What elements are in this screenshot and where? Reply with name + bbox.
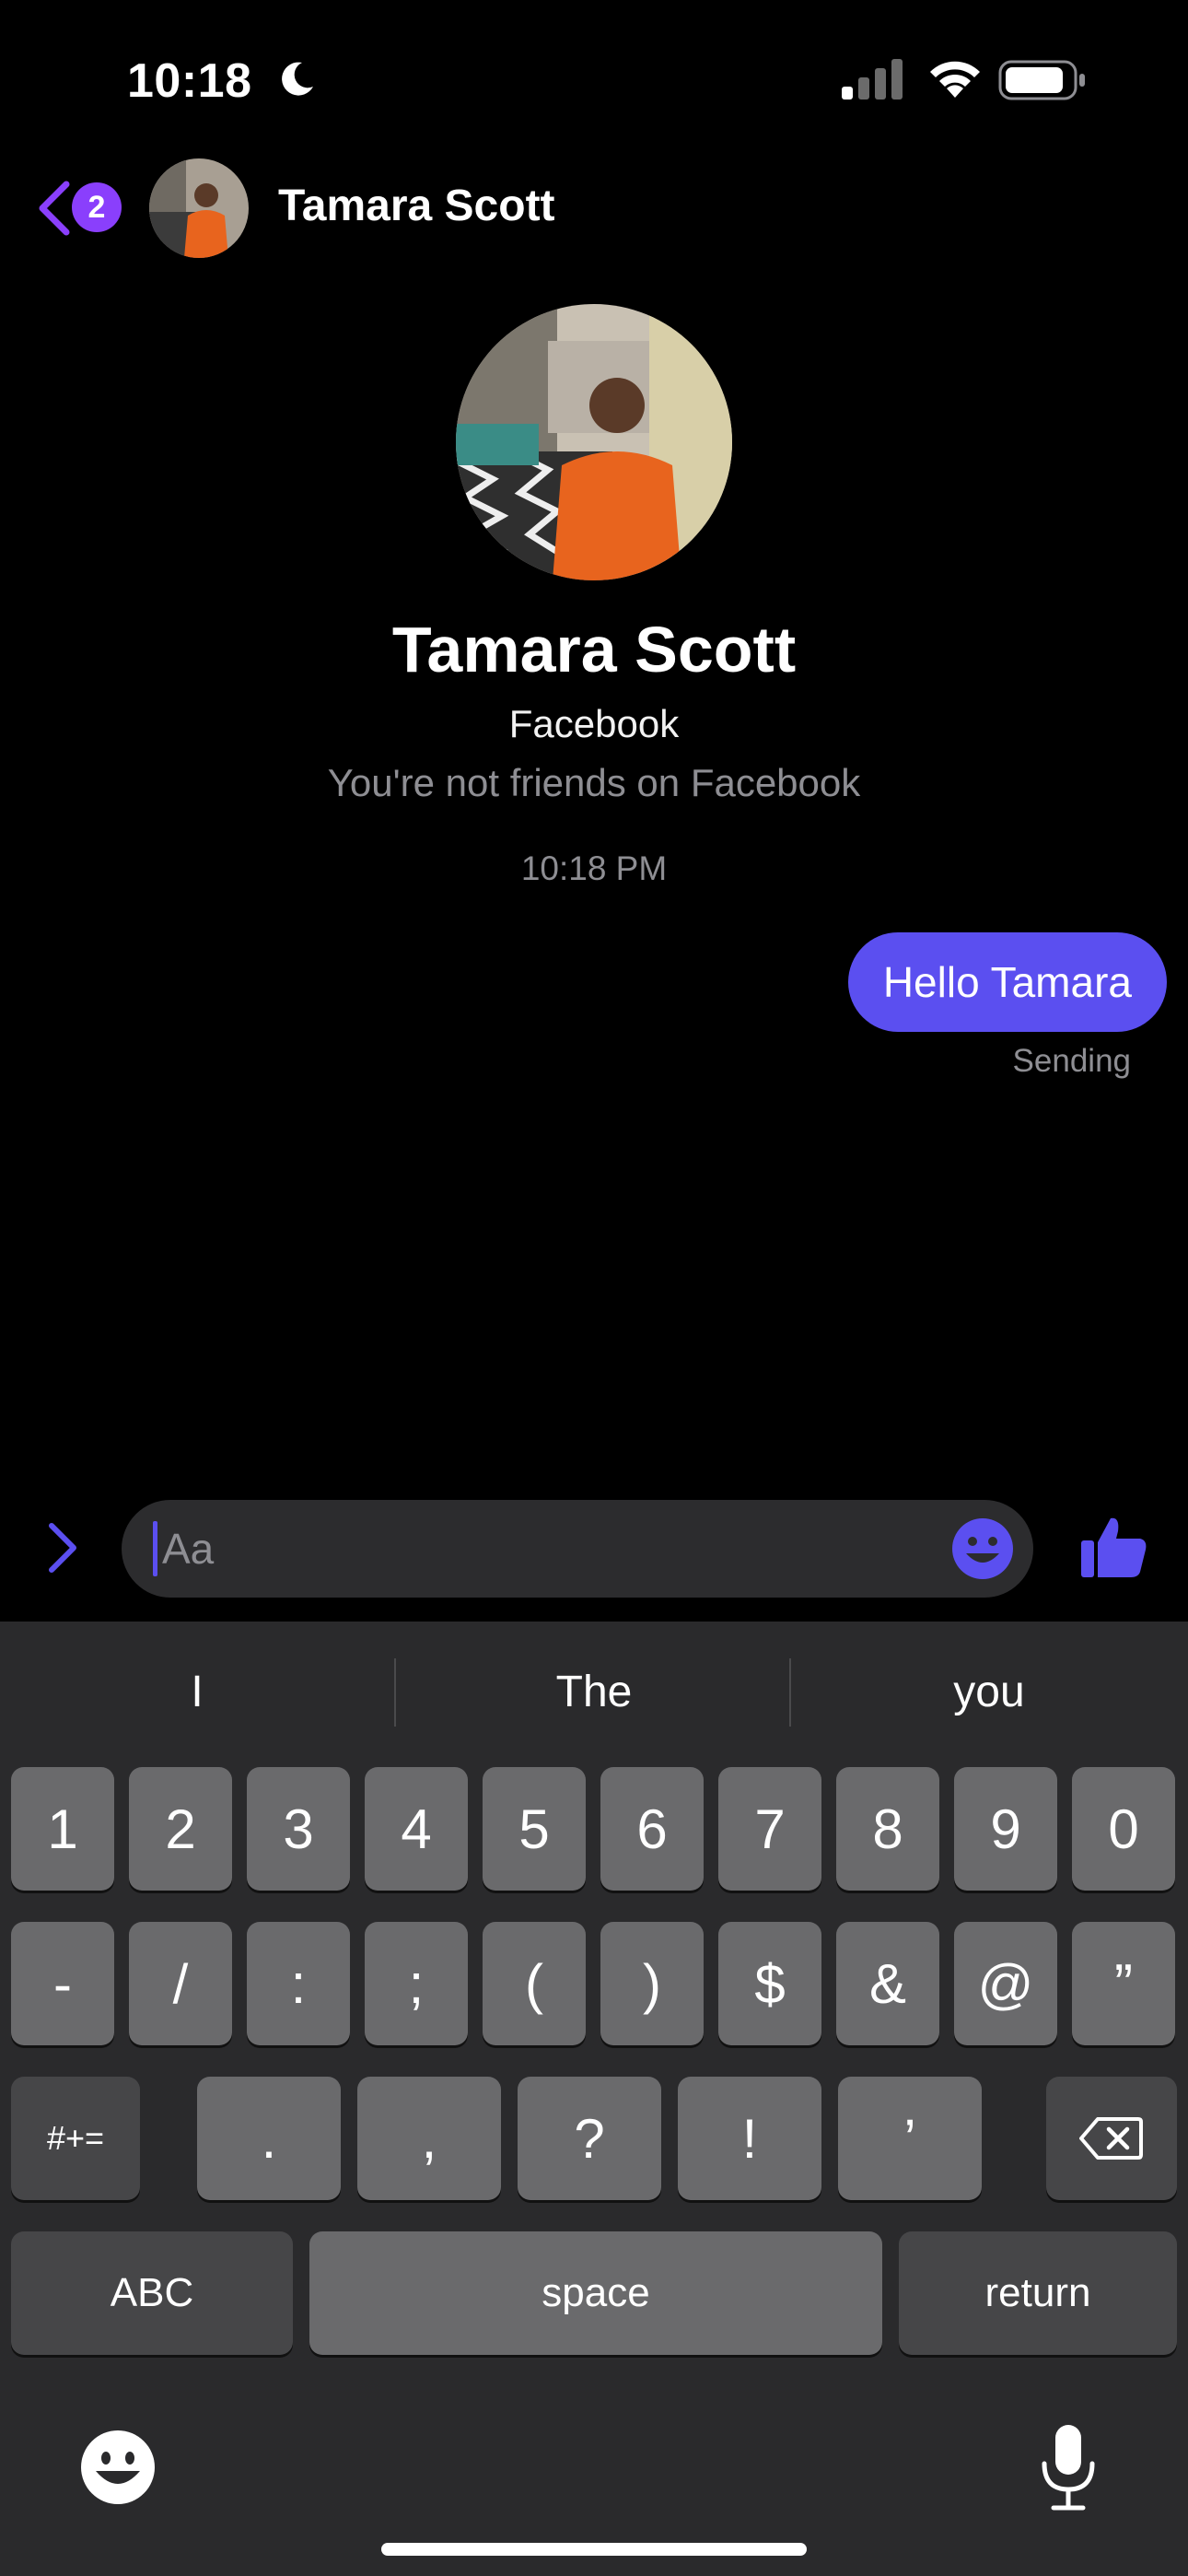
key-apostrophe[interactable]: ’ [838,2077,982,2200]
back-chevron-icon[interactable] [33,179,74,238]
text-caret [153,1521,157,1576]
profile-network: Facebook [508,702,680,745]
moon-icon [282,62,313,96]
wifi-icon [930,61,980,98]
key-1[interactable]: 1 [11,1767,114,1891]
contact-name[interactable]: Tamara Scott [278,181,555,231]
key-symbols[interactable]: #+= [11,2077,140,2200]
message-text: Hello Tamara [882,958,1132,1006]
key-7[interactable]: 7 [718,1767,821,1891]
mic-icon[interactable] [1039,2423,1098,2512]
key-abc[interactable]: ABC [11,2231,293,2355]
keyboard-emoji-icon[interactable] [79,2429,157,2506]
suggestion-divider [394,1658,396,1727]
key-close-paren[interactable]: ) [600,1922,704,2045]
message-status: Sending [1012,1043,1131,1079]
key-space[interactable]: space [309,2231,882,2355]
key-hyphen[interactable]: - [11,1922,114,2045]
message-timestamp: 10:18 PM [520,849,668,887]
sent-message-bubble[interactable]: Hello Tamara [847,932,1167,1032]
key-question[interactable]: ? [518,2077,661,2200]
key-4[interactable]: 4 [365,1767,468,1891]
key-comma[interactable]: , [357,2077,501,2200]
signal-icon [842,59,903,100]
key-dollar[interactable]: $ [718,1922,821,2045]
key-9[interactable]: 9 [954,1767,1057,1891]
key-3[interactable]: 3 [247,1767,350,1891]
key-semicolon[interactable]: ; [365,1922,468,2045]
key-period[interactable]: . [197,2077,341,2200]
key-exclamation[interactable]: ! [678,2077,821,2200]
emoji-icon[interactable] [950,1516,1015,1581]
suggestion-1[interactable]: I [0,1647,394,1736]
friend-status: You're not friends on Facebook [327,761,861,804]
home-indicator[interactable] [381,2543,807,2556]
battery-icon [998,60,1085,100]
profile-name: Tamara Scott [391,614,797,685]
key-slash[interactable]: / [129,1922,232,2045]
key-return[interactable]: return [899,2231,1177,2355]
contact-avatar[interactable] [149,158,249,258]
key-0[interactable]: 0 [1072,1767,1175,1891]
suggestion-3[interactable]: you [792,1647,1186,1736]
message-input[interactable] [162,1500,917,1598]
unread-count-badge[interactable]: 2 [72,182,122,232]
key-open-paren[interactable]: ( [483,1922,586,2045]
key-backspace[interactable] [1046,2077,1177,2200]
key-colon[interactable]: : [247,1922,350,2045]
key-quote[interactable]: ” [1072,1922,1175,2045]
key-5[interactable]: 5 [483,1767,586,1891]
key-6[interactable]: 6 [600,1767,704,1891]
key-2[interactable]: 2 [129,1767,232,1891]
backspace-icon [1079,2117,1143,2160]
key-8[interactable]: 8 [836,1767,939,1891]
suggestion-divider [789,1658,791,1727]
status-time: 10:18 [127,54,252,108]
suggestion-2[interactable]: The [397,1647,791,1736]
key-at[interactable]: @ [954,1922,1057,2045]
expand-chevron-icon[interactable] [44,1518,81,1577]
profile-avatar [456,304,732,580]
key-ampersand[interactable]: & [836,1922,939,2045]
thumbs-up-icon[interactable] [1079,1511,1149,1581]
